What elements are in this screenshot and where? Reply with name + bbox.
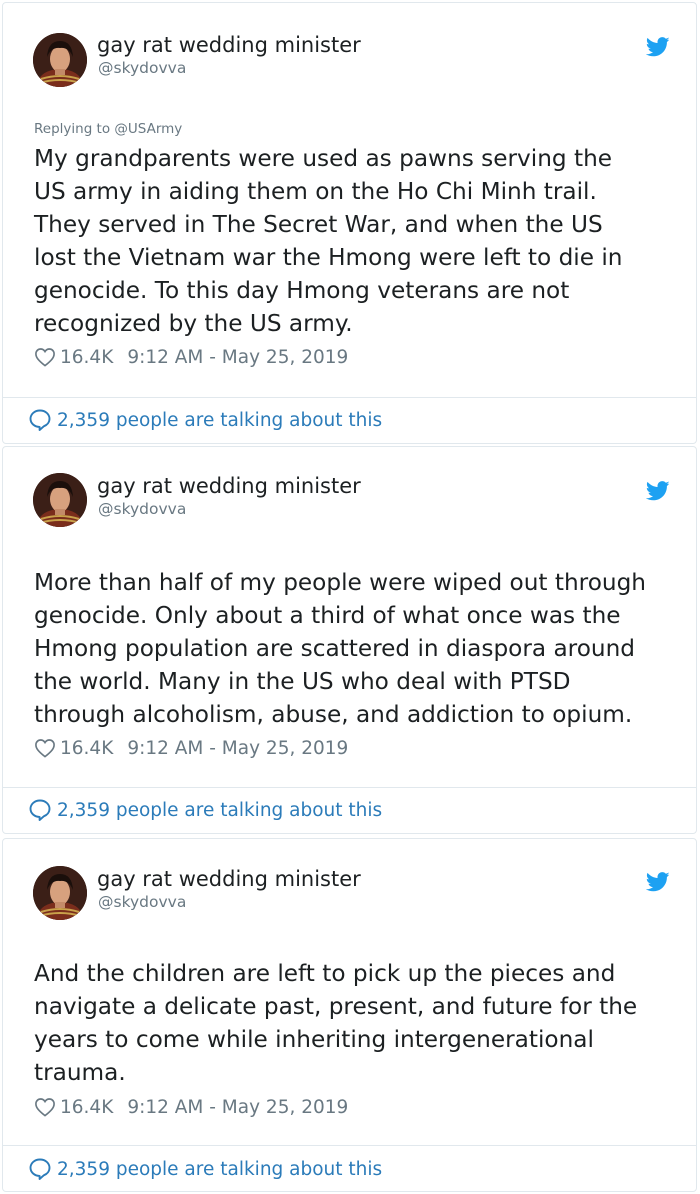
profile-photo-icon: [33, 866, 87, 920]
tweet-text-line: More than half of my people were wiped o…: [34, 569, 646, 596]
author-handle[interactable]: @skydovva: [98, 500, 186, 518]
talking-link[interactable]: 2,359 people are talking about this: [28, 408, 382, 432]
tweet-text-line: They served in The Secret War, and when …: [34, 211, 603, 238]
tweet-text-line: years to come while inheriting intergene…: [34, 1026, 594, 1053]
twitter-bird-icon[interactable]: [646, 37, 670, 57]
reply-mention-link[interactable]: @USArmy: [114, 121, 182, 137]
like-count[interactable]: 16.4K: [60, 1097, 113, 1118]
heart-icon[interactable]: [34, 738, 56, 758]
author-name[interactable]: gay rat wedding minister: [97, 33, 361, 57]
tweet-card[interactable]: gay rat wedding minister @skydovva Reply…: [2, 2, 697, 444]
reply-prefix: Replying to: [34, 121, 115, 137]
author-handle[interactable]: @skydovva: [98, 59, 186, 77]
tweet-text-line: genocide. Only about a third of what onc…: [34, 602, 621, 629]
twitter-bird-icon[interactable]: [646, 872, 670, 892]
tweet-card[interactable]: gay rat wedding minister @skydovva More …: [2, 446, 697, 834]
tweet-timestamp[interactable]: 9:12 AM - May 25, 2019: [127, 1097, 348, 1118]
tweet-text-line: trauma.: [34, 1059, 126, 1086]
tweet-text-line: And the children are left to pick up the…: [34, 960, 616, 987]
tweet-meta: 16.4K 9:12 AM - May 25, 2019: [34, 345, 348, 369]
tweet-text: And the children are left to pick up the…: [34, 957, 684, 1089]
author-name[interactable]: gay rat wedding minister: [97, 474, 361, 498]
tweet-text: More than half of my people were wiped o…: [34, 566, 684, 731]
author-handle[interactable]: @skydovva: [98, 893, 186, 911]
talking-link[interactable]: 2,359 people are talking about this: [28, 798, 382, 822]
tweet-meta: 16.4K 9:12 AM - May 25, 2019: [34, 1095, 348, 1119]
tweet-timestamp[interactable]: 9:12 AM - May 25, 2019: [127, 738, 348, 759]
talking-text: 2,359 people are talking about this: [57, 799, 383, 821]
tweet-text-line: Hmong population are scattered in diaspo…: [34, 635, 635, 662]
avatar[interactable]: [33, 33, 87, 87]
author-name[interactable]: gay rat wedding minister: [97, 867, 361, 891]
heart-icon[interactable]: [34, 1097, 56, 1117]
profile-photo-icon: [33, 33, 87, 87]
avatar[interactable]: [33, 473, 87, 527]
tweet-meta: 16.4K 9:12 AM - May 25, 2019: [34, 736, 348, 760]
like-count[interactable]: 16.4K: [60, 347, 113, 368]
twitter-bird-icon[interactable]: [646, 481, 670, 501]
speech-bubble-icon: [29, 409, 51, 431]
talking-link[interactable]: 2,359 people are talking about this: [28, 1157, 382, 1181]
talking-text: 2,359 people are talking about this: [57, 409, 383, 431]
avatar[interactable]: [33, 866, 87, 920]
tweet-card[interactable]: gay rat wedding minister @skydovva And t…: [2, 838, 697, 1192]
tweet-text-line: lost the Vietnam war the Hmong were left…: [34, 244, 623, 271]
tweet-text-line: My grandparents were used as pawns servi…: [34, 145, 613, 172]
replying-to: Replying to @USArmy: [34, 121, 182, 137]
divider: [3, 1145, 696, 1146]
tweet-text-line: through alcoholism, abuse, and addiction…: [34, 701, 633, 728]
like-count[interactable]: 16.4K: [60, 738, 113, 759]
divider: [3, 397, 696, 398]
tweet-timestamp[interactable]: 9:12 AM - May 25, 2019: [127, 347, 348, 368]
profile-photo-icon: [33, 473, 87, 527]
tweet-text-line: genocide. To this day Hmong veterans are…: [34, 277, 570, 304]
talking-text: 2,359 people are talking about this: [57, 1158, 383, 1180]
tweet-text-line: the world. Many in the US who deal with …: [34, 668, 571, 695]
tweet-text-line: recognized by the US army.: [34, 310, 353, 337]
tweet-text-line: US army in aiding them on the Ho Chi Min…: [34, 178, 597, 205]
speech-bubble-icon: [29, 799, 51, 821]
heart-icon[interactable]: [34, 347, 56, 367]
speech-bubble-icon: [29, 1158, 51, 1180]
tweet-text-line: navigate a delicate past, present, and f…: [34, 993, 638, 1020]
tweet-text: My grandparents were used as pawns servi…: [34, 142, 684, 340]
divider: [3, 787, 696, 788]
